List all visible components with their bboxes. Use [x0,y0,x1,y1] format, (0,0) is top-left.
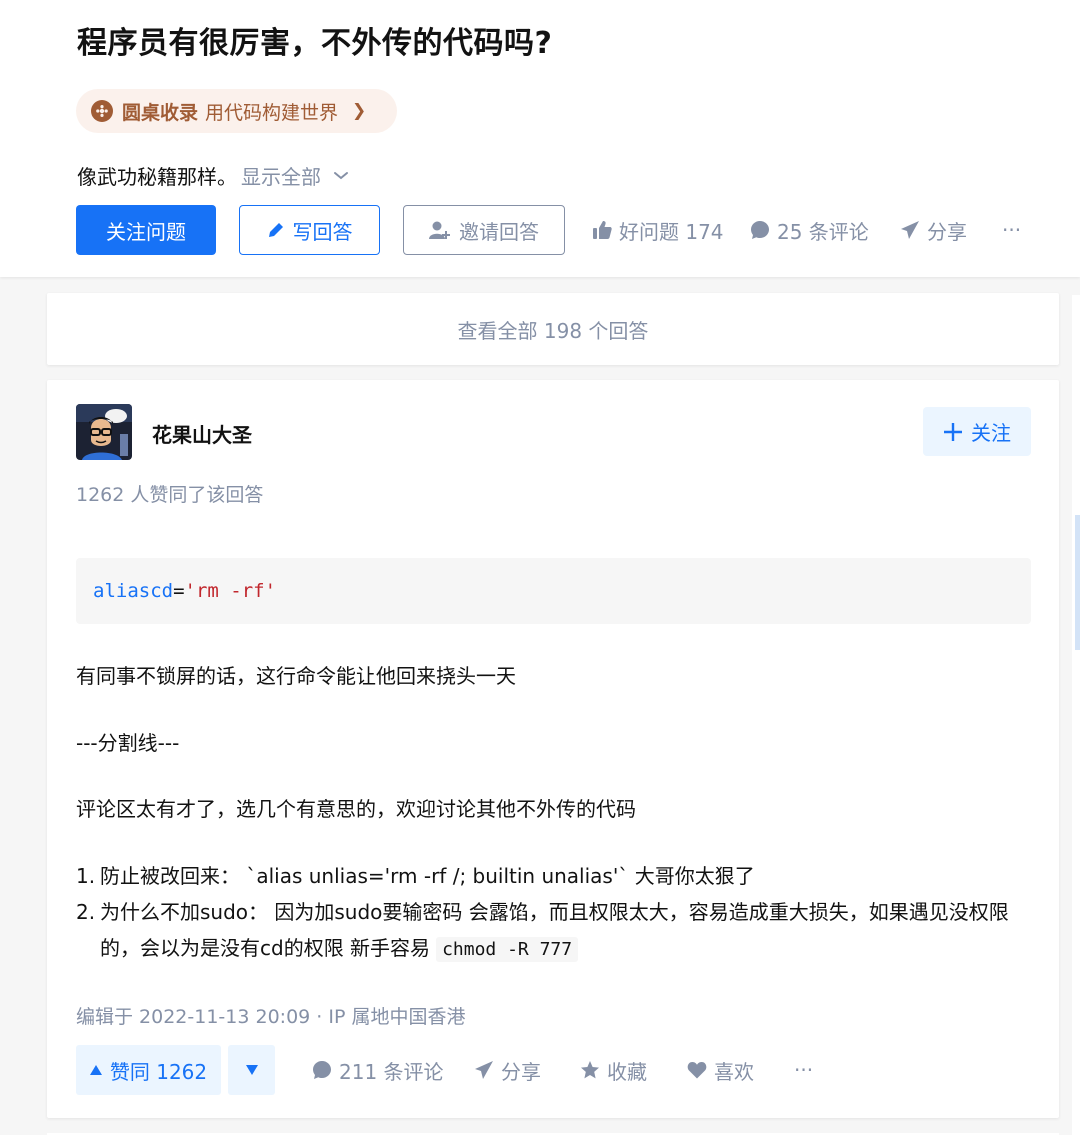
question-detail: 像武功秘籍那样。 显示全部 [77,161,349,190]
share-plane-icon [475,1061,493,1079]
chevron-right-icon: ❯ [352,101,367,121]
code-equals: = [173,580,185,602]
comment-icon [313,1061,331,1079]
invite-answer-button[interactable]: 邀请回答 [403,205,565,255]
triangle-down-icon [245,1065,258,1075]
code-keyword: alias [93,580,151,602]
avatar[interactable] [76,404,132,460]
thumbs-up-icon [593,221,612,239]
follow-author-button[interactable]: 关注 [923,407,1031,456]
roundtable-tag[interactable]: 圆桌收录 用代码构建世界 ❯ [76,89,397,133]
question-comments-label: 25 条评论 [777,219,869,244]
roundtable-name: 圆桌收录 [122,101,199,124]
code-string: 'rm -rf' [184,580,277,602]
follow-question-button[interactable]: 关注问题 [76,205,216,255]
question-share-label: 分享 [927,219,967,244]
plus-icon [944,422,962,441]
share-plane-icon [901,221,919,239]
answer-comments-label: 211 条评论 [339,1059,444,1084]
roundtable-icon [91,100,113,122]
answer-paragraph-2: 评论区太有才了，选几个有意思的，欢迎讨论其他不外传的代码 [76,797,636,821]
invite-user-icon [429,221,450,239]
list-item: 2. 为什么不加sudo： 因为加sudo要输密码 会露馅，而且权限太大，容易造… [76,894,1036,968]
star-icon [581,1061,599,1079]
answer-divider-text: ---分割线--- [76,731,180,755]
list-item: 1. 防止被改回来： `alias unlias='rm -rf /; buil… [76,858,1036,894]
answer-actions: 赞同 1262 211 条评论 分享 收藏 喜欢 ··· [76,1045,1031,1095]
heart-icon [687,1062,707,1079]
comment-icon [751,221,769,239]
invite-answer-label: 邀请回答 [459,219,539,244]
follow-author-label: 关注 [971,421,1011,445]
show-all-link[interactable]: 显示全部 [241,161,321,190]
author-name[interactable]: 花果山大圣 [152,419,252,448]
list-item-number: 2. [76,900,96,924]
sidebar-edge [1072,295,1080,1135]
triangle-up-icon [89,1065,102,1075]
vote-down-button[interactable] [228,1045,275,1095]
collect-label: 收藏 [607,1059,647,1084]
question-title: 程序员有很厉害，不外传的代码吗? [77,26,553,61]
vote-up-label: 赞同 1262 [109,1059,208,1084]
answer-comments-button[interactable]: 211 条评论 [312,1045,444,1095]
question-more-button[interactable]: ··· [1002,205,1021,255]
write-answer-label: 写回答 [292,219,353,244]
answer-list: 1. 防止被改回来： `alias unlias='rm -rf /; buil… [76,858,1036,968]
answer-paragraph-1: 有同事不锁屏的话，这行命令能让他回来挠头一天 [76,664,516,688]
voters-summary: 1262 人赞同了该回答 [76,484,264,506]
question-share-button[interactable]: 分享 [900,205,967,255]
edited-timestamp: 编辑于 2022-11-13 20:09 · IP 属地中国香港 [76,1006,466,1028]
list-item-number: 1. [76,864,96,888]
chevron-down-icon[interactable] [333,171,349,181]
scrollbar[interactable] [1075,515,1080,650]
list-item-text: 防止被改回来： `alias unlias='rm -rf /; builtin… [100,864,755,888]
good-question-button[interactable]: 好问题 174 [592,205,724,255]
vote-up-button[interactable]: 赞同 1262 [76,1045,221,1095]
inline-code: chmod -R 777 [436,937,579,962]
question-comments-button[interactable]: 25 条评论 [750,205,869,255]
good-question-label: 好问题 174 [619,219,724,244]
answer-share-label: 分享 [501,1059,541,1084]
collect-button[interactable]: 收藏 [580,1045,647,1095]
pencil-icon [268,223,283,237]
view-all-answers-button[interactable]: 查看全部 198 个回答 [47,293,1059,365]
question-actions: 关注问题 写回答 邀请回答 好问题 174 25 条评论 分享 ··· [76,205,1036,255]
code-block: alias cd ='rm -rf' [76,558,1031,624]
answer-card: 花果山大圣 关注 1262 人赞同了该回答 alias cd ='rm -rf' … [47,380,1059,1118]
answer-more-button[interactable]: ··· [794,1045,813,1095]
answer-share-button[interactable]: 分享 [474,1045,541,1095]
code-name: cd [150,580,174,602]
write-answer-button[interactable]: 写回答 [239,205,380,255]
like-button[interactable]: 喜欢 [687,1045,754,1095]
like-label: 喜欢 [714,1059,754,1084]
question-header: 程序员有很厉害，不外传的代码吗? 圆桌收录 用代码构建世界 ❯ 像武功秘籍那样。… [0,0,1080,277]
roundtable-topic: 用代码构建世界 [205,101,339,124]
question-detail-text: 像武功秘籍那样。 [77,165,237,189]
